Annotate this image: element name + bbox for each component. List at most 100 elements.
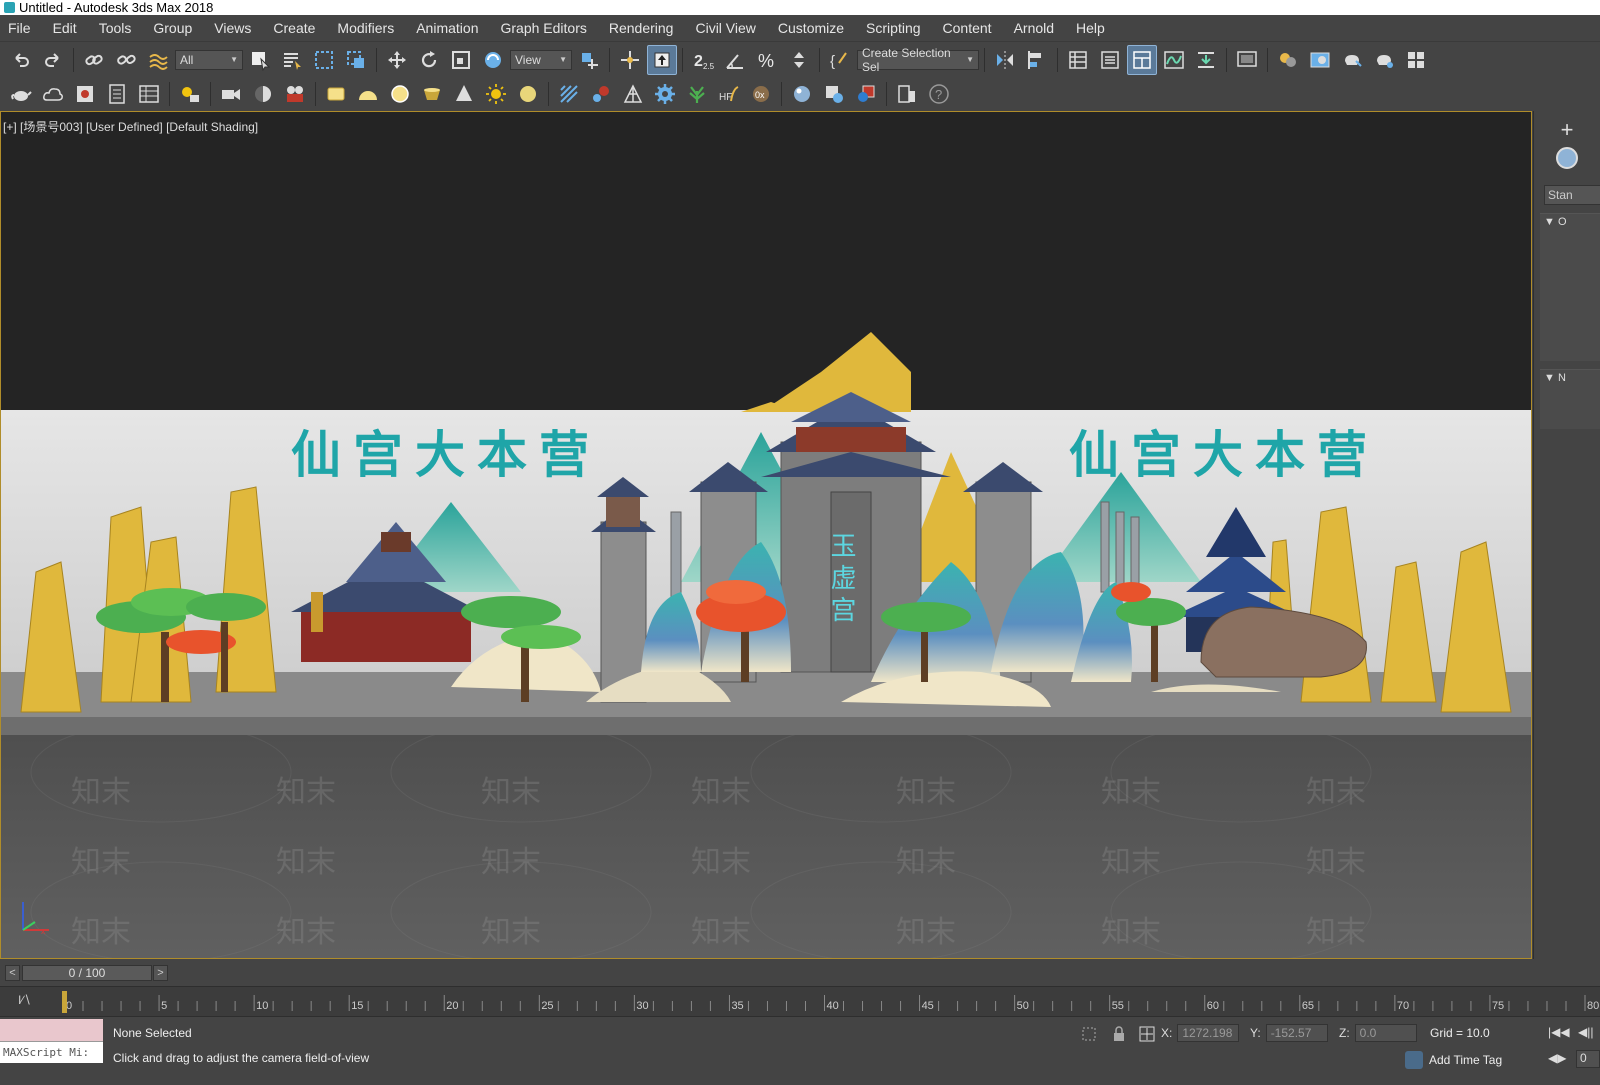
particle-grid-icon[interactable] [554,79,584,109]
maxscript-output[interactable] [0,1019,103,1041]
edit-named-selection-icon[interactable]: { [825,45,855,75]
spinner-snap-icon[interactable] [784,45,814,75]
scene-explorer-icon[interactable] [1063,45,1093,75]
camera-icon[interactable] [216,79,246,109]
percent-snap-icon[interactable]: % [752,45,782,75]
key-mode-icon[interactable]: ◀▶ [1548,1051,1566,1065]
half-sphere-icon[interactable] [248,79,278,109]
maxscript-listener[interactable]: MAXScript Mi: [0,1019,103,1066]
table-icon[interactable] [134,79,164,109]
viewport-image-icon[interactable] [70,79,100,109]
placement-icon[interactable] [478,45,508,75]
document-icon[interactable] [102,79,132,109]
maxscript-input[interactable]: MAXScript Mi: [0,1041,103,1063]
current-frame-field[interactable]: 0 [1576,1050,1600,1068]
coord-x-field[interactable]: 1272.198 [1177,1024,1240,1042]
rect-selection-icon[interactable] [309,45,339,75]
gear-icon[interactable] [650,79,680,109]
moon-light-icon[interactable] [513,79,543,109]
next-frame-button[interactable]: > [153,965,168,981]
select-by-name-icon[interactable] [277,45,307,75]
curve-editor-icon[interactable] [1159,45,1189,75]
cone-primitive-icon[interactable] [449,79,479,109]
move-icon[interactable] [382,45,412,75]
rendered-frame-window-icon[interactable] [1305,45,1335,75]
render-setup-icon[interactable] [1232,45,1262,75]
bind-space-warp-icon[interactable] [143,45,173,75]
menu-graph-editors[interactable]: Graph Editors [489,15,597,41]
angle-snap-icon[interactable] [720,45,750,75]
cup-primitive-icon[interactable] [417,79,447,109]
render-production-icon[interactable] [1337,45,1367,75]
viewport-label[interactable]: [+] [场景号003] [User Defined] [Default Sha… [3,118,258,135]
link-icon[interactable] [79,45,109,75]
time-slider[interactable]: < 0 / 100 > [0,960,1600,986]
cloud-icon[interactable] [38,79,68,109]
toggle-ribbon-icon[interactable] [1127,44,1157,75]
redo-icon[interactable] [38,45,68,75]
sphere-primitive-icon[interactable] [385,79,415,109]
selection-filter-dropdown[interactable]: All ▼ [175,49,243,70]
object-category-dropdown[interactable]: Stan [1544,185,1600,205]
material-editor-icon[interactable] [1273,45,1303,75]
film-camera-icon[interactable] [280,79,310,109]
menu-create[interactable]: Create [262,15,326,41]
render-to-texture-icon[interactable] [851,79,881,109]
menu-arnold[interactable]: Arnold [1003,15,1065,41]
lock-selection-icon[interactable] [1110,1025,1128,1043]
ref-coord-dropdown[interactable]: View ▼ [510,49,572,70]
window-crossing-icon[interactable] [341,45,371,75]
isolate-selection-icon[interactable] [1080,1025,1098,1043]
goto-start-icon[interactable]: |◀◀ [1548,1025,1570,1039]
menu-civil-view[interactable]: Civil View [684,15,766,41]
light-lister-icon[interactable] [175,79,205,109]
unlink-icon[interactable] [111,45,141,75]
hair-fur-icon[interactable]: HF [714,79,744,109]
menu-content[interactable]: Content [932,15,1003,41]
menu-customize[interactable]: Customize [767,15,855,41]
ox-icon[interactable]: 0x [746,79,776,109]
menu-animation[interactable]: Animation [405,15,489,41]
dome-primitive-icon[interactable] [353,79,383,109]
coord-y-field[interactable]: -152.57 [1265,1024,1328,1042]
teapot-icon[interactable] [6,79,36,109]
pivot-center-icon[interactable] [574,45,604,75]
prev-key-icon[interactable]: ◀|| [1578,1025,1593,1039]
snap-toggle-icon[interactable]: 2 2.5 [688,45,718,75]
scale-icon[interactable] [446,45,476,75]
menu-edit[interactable]: Edit [42,15,88,41]
menu-file[interactable]: File [6,15,42,41]
rollout-object-type[interactable]: ▼ O [1540,213,1600,361]
create-tab-plus-icon[interactable]: + [1556,117,1578,142]
undo-icon[interactable] [6,45,36,75]
track-bar[interactable]: I∕∖ 0 5 10 15 20 25 30 35 40 45 50 55 60 65 70 75 80 [0,986,1600,1016]
absolute-mode-icon[interactable] [1138,1025,1156,1043]
geometry-sphere-icon[interactable] [1556,147,1578,169]
keyboard-shortcut-override-icon[interactable] [647,44,677,75]
menu-tools[interactable]: Tools [88,15,143,41]
menu-views[interactable]: Views [203,15,262,41]
help-icon[interactable]: ? [924,79,954,109]
bones-icon[interactable] [618,79,648,109]
scene-states-icon[interactable] [892,79,922,109]
molecule-icon[interactable] [586,79,616,109]
dope-sheet-icon[interactable] [1191,45,1221,75]
select-object-icon[interactable] [245,45,275,75]
layer-explorer-icon[interactable] [1095,45,1125,75]
render-in-cloud-icon[interactable] [1401,45,1431,75]
sun-light-icon[interactable] [481,79,511,109]
prev-frame-button[interactable]: < [5,965,20,981]
menu-rendering[interactable]: Rendering [598,15,685,41]
plane-primitive-icon[interactable] [321,79,351,109]
named-selection-dropdown[interactable]: Create Selection Sel ▼ [857,46,979,74]
render-iterative-icon[interactable] [1369,45,1399,75]
time-slider-thumb[interactable]: 0 / 100 [22,965,152,981]
foliage-icon[interactable] [682,79,712,109]
menu-group[interactable]: Group [142,15,203,41]
align-icon[interactable] [1022,45,1052,75]
menu-scripting[interactable]: Scripting [855,15,931,41]
material-sphere-icon[interactable] [787,79,817,109]
coord-z-field[interactable]: 0.0 [1354,1024,1417,1042]
rotate-icon[interactable] [414,45,444,75]
perspective-viewport[interactable]: [+] [场景号003] [User Defined] [Default Sha… [0,111,1532,959]
